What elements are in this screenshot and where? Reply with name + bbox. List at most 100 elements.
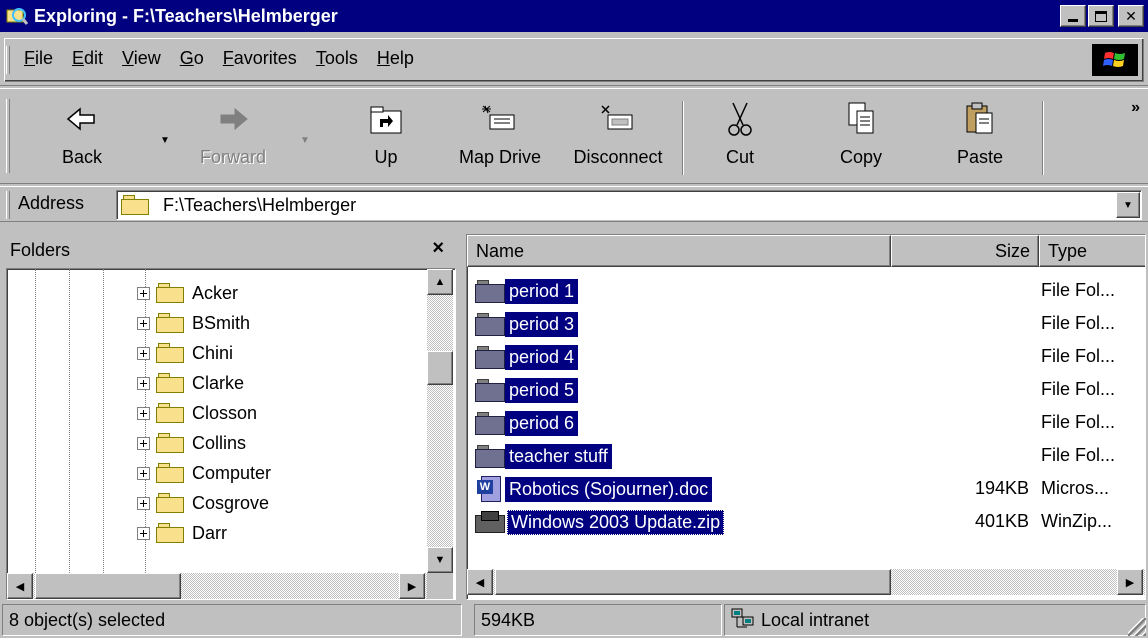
scroll-down-button[interactable]: ▼: [427, 547, 453, 573]
paste-label: Paste: [956, 147, 1004, 167]
tree-item-darr[interactable]: Darr: [137, 519, 227, 547]
toolbar-separator: [682, 101, 684, 175]
close-button[interactable]: ✕: [1118, 5, 1144, 27]
file-list-horizontal-scrollbar[interactable]: ◀ ▶: [467, 569, 1145, 595]
folder-icon: [475, 312, 505, 336]
menu-tools[interactable]: Tools: [310, 48, 371, 69]
file-name: period 6: [505, 410, 579, 436]
toolbar-grip[interactable]: [6, 99, 10, 173]
copy-label: Copy: [839, 147, 883, 167]
close-icon: ✕: [1125, 7, 1137, 24]
scroll-thumb[interactable]: [35, 573, 181, 599]
paste-icon: [964, 97, 996, 141]
tree-item-closson[interactable]: Closson: [137, 399, 257, 427]
expand-plus-icon[interactable]: [137, 406, 150, 420]
file-type: File Fol...: [1041, 412, 1116, 432]
minimize-button[interactable]: [1060, 5, 1086, 27]
file-type: WinZip...: [1041, 511, 1113, 531]
expand-plus-icon[interactable]: [137, 466, 150, 480]
column-header-name[interactable]: Name: [467, 235, 891, 267]
menu-items: File Edit View Go Favorites Tools Help: [18, 48, 427, 69]
expand-plus-icon[interactable]: [137, 376, 150, 390]
tree-item-clarke[interactable]: Clarke: [137, 369, 244, 397]
toolbar-more-chevron-icon[interactable]: »: [1131, 99, 1140, 117]
forward-button[interactable]: Forward: [178, 97, 288, 179]
address-grip[interactable]: [6, 191, 10, 219]
back-dropdown-icon[interactable]: ▼: [160, 135, 170, 146]
menu-favorites[interactable]: Favorites: [217, 48, 310, 69]
expand-plus-icon[interactable]: [137, 316, 150, 330]
menu-file[interactable]: File: [18, 48, 66, 69]
title-bar[interactable]: Exploring - F:\Teachers\Helmberger ✕: [0, 0, 1148, 32]
file-name: period 5: [505, 377, 579, 403]
scroll-thumb[interactable]: [427, 351, 453, 385]
forward-dropdown-icon[interactable]: ▼: [300, 135, 310, 146]
column-header-size[interactable]: Size: [891, 235, 1039, 267]
back-button[interactable]: Back: [40, 97, 124, 179]
tree-item-collins[interactable]: Collins: [137, 429, 246, 457]
folder-tree-horizontal-scrollbar[interactable]: ◀ ▶: [7, 573, 427, 599]
tree-item-computer[interactable]: Computer: [137, 459, 271, 487]
copy-button[interactable]: Copy: [830, 97, 892, 179]
folder-icon: [156, 342, 186, 364]
address-bar: Address F:\Teachers\Helmberger ▼: [0, 186, 1148, 222]
scroll-left-button[interactable]: ◀: [467, 569, 493, 595]
paste-button[interactable]: Paste: [948, 97, 1012, 179]
cut-button[interactable]: Cut: [712, 97, 768, 179]
scroll-up-button[interactable]: ▲: [427, 269, 453, 295]
scroll-right-button[interactable]: ▶: [1117, 569, 1143, 595]
file-row[interactable]: teacher stuff File Fol...: [467, 440, 1145, 472]
folders-title: Folders: [10, 240, 71, 260]
folder-icon: [475, 345, 505, 369]
tree-item-chini[interactable]: Chini: [137, 339, 233, 367]
menu-go[interactable]: Go: [174, 48, 217, 69]
minimize-icon: [1068, 18, 1078, 22]
expand-plus-icon[interactable]: [137, 496, 150, 510]
tree-item-acker[interactable]: Acker: [137, 279, 238, 307]
close-folders-pane-icon[interactable]: ×: [432, 237, 444, 260]
file-type: File Fol...: [1041, 379, 1116, 399]
tree-item-cosgrove[interactable]: Cosgrove: [137, 489, 269, 517]
local-intranet-icon: [731, 607, 755, 634]
arrow-left-icon: ◀: [15, 580, 25, 593]
pane-splitter[interactable]: [456, 232, 466, 600]
menu-edit[interactable]: Edit: [66, 48, 116, 69]
file-row[interactable]: W Robotics (Sojourner).doc 194KB Micros.…: [467, 473, 1145, 505]
file-list-pane[interactable]: Name Size Type period 1 File Fol... peri…: [466, 234, 1146, 600]
resize-grip-icon[interactable]: [1128, 618, 1146, 636]
tree-item-bsmith[interactable]: BSmith: [137, 309, 250, 337]
file-row[interactable]: period 1 File Fol...: [467, 275, 1145, 307]
up-folder-icon: [368, 97, 404, 141]
menu-view[interactable]: View: [116, 48, 174, 69]
maximize-button[interactable]: [1088, 5, 1114, 27]
tree-item-label: Acker: [192, 282, 239, 303]
menu-grip[interactable]: [6, 46, 10, 74]
chevron-down-icon: ▼: [1123, 199, 1133, 211]
map-drive-button[interactable]: Map Drive: [444, 97, 556, 179]
file-row[interactable]: period 4 File Fol...: [467, 341, 1145, 373]
file-row[interactable]: period 3 File Fol...: [467, 308, 1145, 340]
expand-plus-icon[interactable]: [137, 286, 150, 300]
expand-plus-icon[interactable]: [137, 346, 150, 360]
folder-icon: [121, 194, 151, 216]
folder-icon: [156, 282, 186, 304]
folder-tree[interactable]: Acker BSmith Chini Clarke Closson Collin…: [6, 268, 456, 600]
folder-icon: [156, 312, 186, 334]
address-dropdown-button[interactable]: ▼: [1116, 192, 1140, 218]
scroll-thumb[interactable]: [495, 569, 891, 595]
folders-pane: Folders × Acker BSmith Chini Clarke Clos…: [0, 232, 456, 600]
disconnect-button[interactable]: Disconnect: [560, 97, 676, 179]
scroll-left-button[interactable]: ◀: [7, 573, 33, 599]
expand-plus-icon[interactable]: [137, 436, 150, 450]
address-input[interactable]: F:\Teachers\Helmberger ▼: [116, 190, 1142, 220]
expand-plus-icon[interactable]: [137, 526, 150, 540]
up-button[interactable]: Up: [356, 97, 416, 179]
file-row[interactable]: period 6 File Fol...: [467, 407, 1145, 439]
menu-help[interactable]: Help: [371, 48, 427, 69]
folder-tree-vertical-scrollbar[interactable]: ▲ ▼: [427, 269, 453, 573]
file-row[interactable]: Windows 2003 Update.zip 401KB WinZip...: [467, 506, 1145, 538]
file-row[interactable]: period 5 File Fol...: [467, 374, 1145, 406]
scroll-right-button[interactable]: ▶: [399, 573, 425, 599]
folder-icon: [475, 279, 505, 303]
column-header-type[interactable]: Type: [1039, 235, 1145, 267]
